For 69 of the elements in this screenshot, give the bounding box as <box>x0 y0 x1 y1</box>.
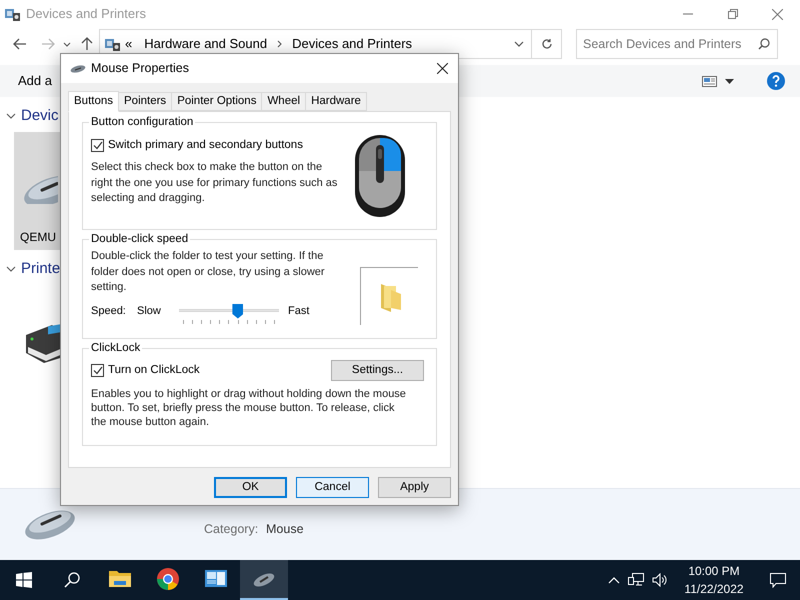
window-title: Devices and Printers <box>26 5 146 24</box>
refresh-button[interactable] <box>532 29 562 59</box>
tab[interactable]: Pointer Options <box>172 92 262 111</box>
back-arrow-icon <box>13 38 27 50</box>
chevron-up-icon <box>608 576 620 584</box>
group-header[interactable]: Devic <box>21 104 59 128</box>
breadcrumb-overflow[interactable]: « <box>125 34 132 54</box>
mouse-icon <box>70 64 86 74</box>
search-icon <box>758 38 770 50</box>
up-arrow-icon <box>81 37 93 51</box>
caret-icon <box>725 78 734 84</box>
tab[interactable]: Pointers <box>119 92 172 111</box>
speaker-icon <box>652 573 668 587</box>
check-icon <box>92 366 102 375</box>
group-title: Button configuration <box>89 115 196 129</box>
detail-label: Category: <box>204 521 260 538</box>
checkbox-label[interactable]: Switch primary and secondary buttons <box>108 137 303 154</box>
speed-label: Speed: <box>91 304 127 318</box>
slider-min-label: Slow <box>137 304 162 318</box>
slider-max-label: Fast <box>288 304 310 318</box>
browser-icon <box>156 567 180 591</box>
devices-icon <box>104 36 120 52</box>
description-text: Double-click the folder to test your setting. If the folder does not open or close, try using a slower setting. <box>91 249 326 295</box>
close-icon <box>436 63 448 74</box>
devices-icon <box>4 6 20 22</box>
dialog-button[interactable]: Apply <box>378 477 451 498</box>
restore-icon <box>728 9 738 19</box>
clock-time: 10:00 PM <box>688 563 740 580</box>
breadcrumb[interactable]: Devices and Printers <box>292 34 412 54</box>
dialog-button[interactable]: OK <box>214 477 287 498</box>
command-item[interactable]: Add a <box>18 71 52 91</box>
dialog-button[interactable]: Cancel <box>296 477 369 498</box>
group-header[interactable]: Printe <box>21 258 60 280</box>
chevron-down-icon[interactable] <box>6 264 16 274</box>
chevron-right-icon <box>277 40 282 48</box>
view-icon <box>702 76 717 86</box>
clock[interactable]: 10:00 PM 11/22/2022 <box>672 560 756 600</box>
speech-bubble-icon <box>770 572 786 588</box>
close-icon <box>772 8 783 20</box>
chevron-down-icon <box>514 41 524 47</box>
chevron-down-icon <box>63 42 71 46</box>
taskbar-app-button[interactable] <box>240 560 288 600</box>
checkbox[interactable] <box>91 364 104 377</box>
search-field[interactable]: Search Devices and Printers <box>576 29 778 59</box>
question-mark-icon <box>772 75 780 87</box>
speed-slider[interactable] <box>179 302 279 324</box>
tab[interactable]: Wheel <box>262 92 306 111</box>
search-icon <box>64 572 80 588</box>
device-label[interactable]: QEMU <box>20 228 56 246</box>
settings-button[interactable]: Settings... <box>331 360 424 381</box>
windows-logo-icon <box>16 572 32 588</box>
tab[interactable]: Hardware <box>306 92 367 111</box>
group-title: Double-click speed <box>89 232 190 246</box>
forward-arrow-icon <box>41 38 55 50</box>
network-icon <box>628 573 644 587</box>
checkbox[interactable] <box>91 139 104 152</box>
description-text: Enables you to highlight or drag without holding down the mouse button. To set, briefly press the mouse button. To release, click the mouse button again. <box>91 387 407 429</box>
help-button[interactable] <box>767 72 785 90</box>
checkbox-label[interactable]: Turn on ClickLock <box>108 362 200 380</box>
tab[interactable]: Buttons <box>68 91 119 112</box>
check-icon <box>92 141 102 150</box>
slider-thumb[interactable] <box>232 304 244 318</box>
refresh-icon <box>540 38 552 50</box>
dialog-title: Mouse Properties <box>91 60 189 78</box>
folder-test-area[interactable] <box>360 267 418 325</box>
chevron-down-icon[interactable] <box>6 111 16 121</box>
breadcrumb[interactable]: Hardware and Sound <box>144 34 268 54</box>
detail-value: Mouse <box>266 521 304 538</box>
clock-date: 11/22/2022 <box>684 581 744 598</box>
